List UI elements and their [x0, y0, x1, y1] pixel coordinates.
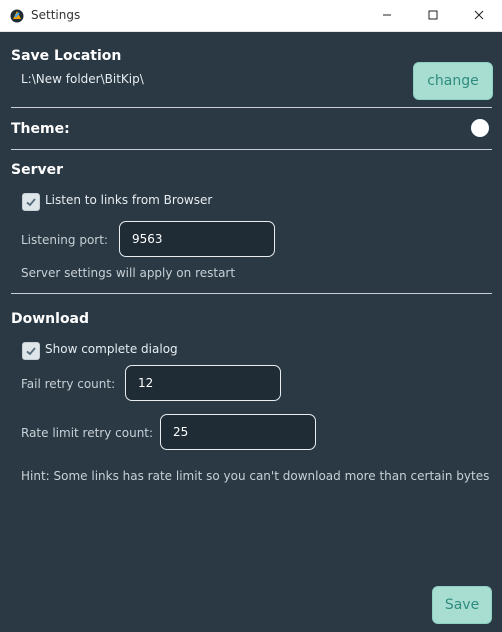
- show-complete-dialog-label: Show complete dialog: [45, 342, 178, 356]
- theme-label: Theme:: [11, 121, 70, 137]
- server-title: Server: [11, 162, 64, 178]
- save-location-path: L:\New folder\BitKip\: [21, 72, 144, 86]
- app-logo-icon: [10, 8, 24, 23]
- fail-retry-count-input[interactable]: 12: [125, 365, 281, 401]
- maximize-button[interactable]: [410, 0, 456, 31]
- close-button[interactable]: [456, 0, 502, 31]
- rate-limit-hint: Hint: Some links has rate limit so you c…: [21, 469, 490, 483]
- show-complete-dialog-checkbox[interactable]: [22, 342, 40, 360]
- theme-toggle[interactable]: [471, 119, 489, 137]
- listen-browser-label: Listen to links from Browser: [45, 193, 213, 207]
- change-location-button[interactable]: change: [413, 62, 493, 100]
- listening-port-input[interactable]: 9563: [119, 221, 275, 257]
- close-icon: [473, 6, 485, 25]
- settings-window: Settings Save Location L:\New folder\Bit…: [0, 0, 502, 632]
- check-icon: [25, 193, 37, 212]
- save-button[interactable]: Save: [432, 586, 492, 624]
- minimize-icon: [381, 6, 393, 25]
- listen-browser-checkbox[interactable]: [22, 193, 40, 211]
- server-restart-note: Server settings will apply on restart: [21, 266, 236, 280]
- download-title: Download: [11, 311, 90, 327]
- listening-port-label: Listening port:: [21, 233, 108, 247]
- maximize-icon: [427, 6, 439, 25]
- separator: [11, 293, 492, 294]
- title-bar: Settings: [0, 0, 502, 32]
- save-location-title: Save Location: [11, 48, 122, 64]
- window-title: Settings: [31, 8, 81, 22]
- check-icon: [25, 342, 37, 361]
- fail-retry-count-label: Fail retry count:: [21, 377, 116, 391]
- separator: [11, 107, 492, 108]
- separator: [11, 149, 492, 150]
- rate-limit-retry-count-input[interactable]: 25: [160, 414, 316, 450]
- minimize-button[interactable]: [364, 0, 410, 31]
- rate-limit-retry-count-label: Rate limit retry count:: [21, 426, 154, 440]
